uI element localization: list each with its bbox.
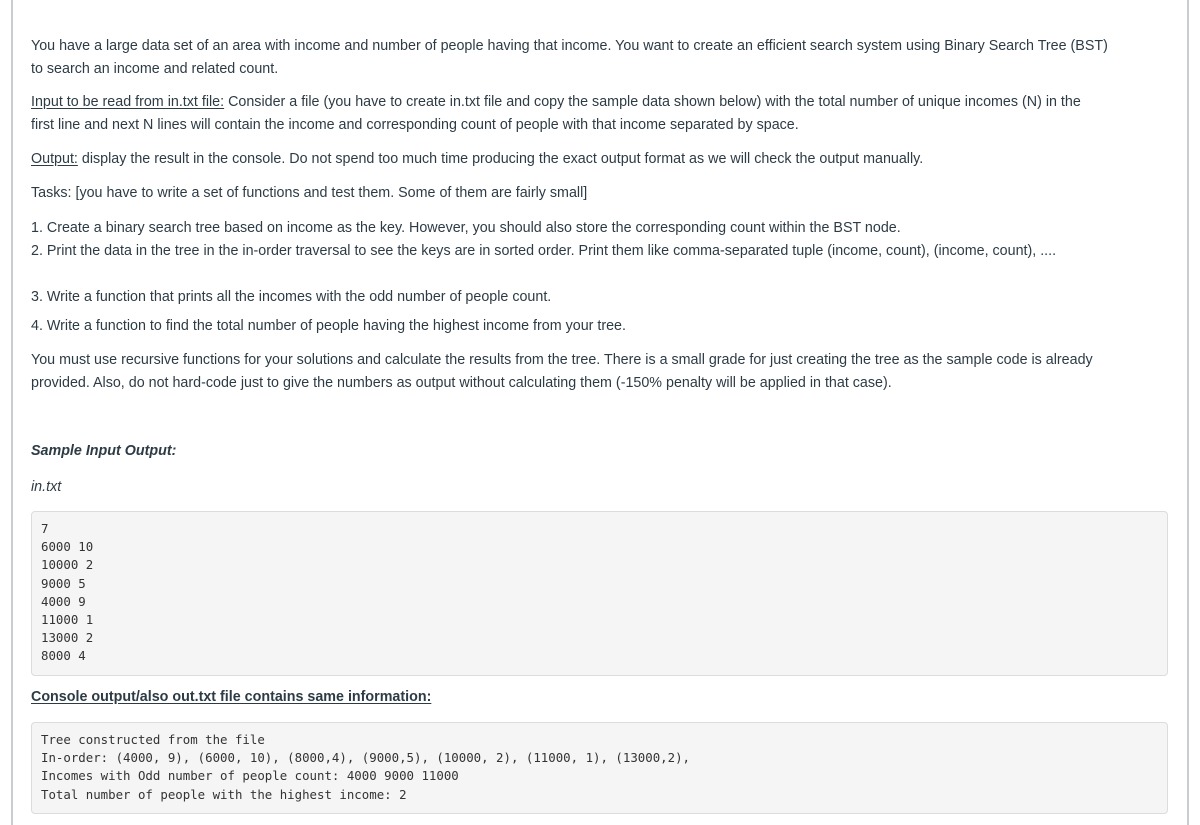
input-text-1: Consider a file (you have to create in.t… [224,94,1081,110]
console-output-line: Tree constructed from the file [41,732,265,747]
input-file-line: 13000 2 [41,630,94,646]
sample-heading: Sample Input Output: [31,443,177,459]
intro-paragraph: You have a large data set of an area wit… [31,35,1166,81]
output-text: display the result in the console. Do no… [77,151,924,167]
intro-line-2: to search an income and related count. [31,61,279,77]
input-paragraph: Input to be read from in.txt file: Consi… [31,91,1166,137]
input-file-label: in.txt [31,479,62,495]
input-file-line: 11000 1 [41,612,94,628]
intro-line-1: You have a large data set of an area wit… [31,38,1108,54]
task-item-3: 3. Write a function that prints all the … [31,289,552,305]
input-file-line: 8000 4 [41,648,86,664]
output-paragraph: Output: display the result in the consol… [31,148,1166,171]
tasks-intro: Tasks: [you have to write a set of funct… [31,185,588,201]
input-file-line: 7 [41,521,49,536]
console-output-line: Incomes with Odd number of people count:… [41,768,459,784]
task-item-4: 4. Write a function to find the total nu… [31,318,626,334]
console-output-line: Total number of people with the highest … [41,786,407,802]
input-file-line: 10000 2 [41,557,94,573]
input-text-2: first line and next N lines will contain… [31,117,799,133]
note-paragraph: You must use recursive functions for you… [31,349,1166,395]
input-file-line: 9000 5 [41,575,86,591]
console-heading: Console output/also out.txt file contain… [31,689,432,705]
task-item-2: 2. Print the data in the tree in the in-… [31,243,1057,259]
console-output-code-block: Tree constructed from the file In-order: … [31,722,1168,814]
input-file-code-block: 7 6000 10 10000 2 9000 5 4000 9 11000 1 13000 … [31,511,1168,676]
note-line-1: You must use recursive functions for you… [31,352,1093,368]
input-label: Input to be read from in.txt file: [31,94,225,110]
input-file-line: 4000 9 [41,593,86,609]
input-file-line: 6000 10 [41,539,94,555]
note-line-2: provided. Also, do not hard-code just to… [31,375,892,391]
console-output-line: In-order: (4000, 9), (6000, 10), (8000,4… [41,750,691,766]
output-label: Output: [31,151,78,167]
task-item-1: 1. Create a binary search tree based on … [31,220,901,236]
